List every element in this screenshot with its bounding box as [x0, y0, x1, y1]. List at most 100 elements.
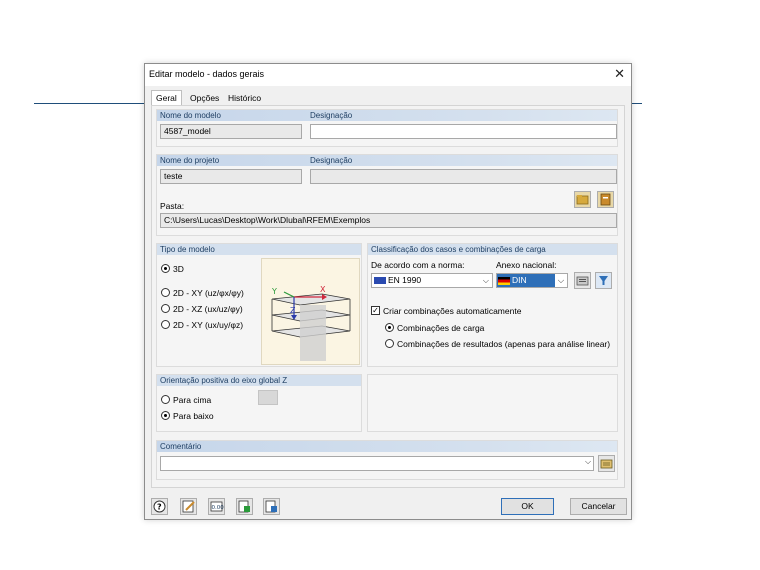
comment-header-label: Comentário [160, 442, 202, 451]
radio-para-baixo[interactable] [161, 411, 170, 420]
de-flag-icon [498, 276, 510, 285]
filter-icon [599, 276, 608, 285]
axis-orientation-icon [258, 390, 278, 405]
tab-opcoes[interactable]: Opções [186, 91, 223, 105]
annex-label: Anexo nacional: [496, 260, 557, 270]
project-name-header: Nome do projeto [157, 155, 617, 166]
radio-2d-xy-ux-label: 2D - XY (ux/uy/φz) [173, 320, 244, 330]
tab-label: Opções [190, 93, 220, 103]
project-designation-header: Designação [310, 156, 353, 165]
background-line-right [632, 103, 642, 104]
para-cima-label: Para cima [173, 395, 212, 405]
radio-2d-xy-uz-label: 2D - XY (uz/φx/φy) [173, 288, 244, 298]
svg-text:Y: Y [271, 287, 277, 296]
eu-flag-icon [374, 277, 386, 285]
export-button[interactable] [236, 498, 253, 515]
tab-label: Geral [156, 93, 177, 103]
cancel-button[interactable]: Cancelar [570, 498, 627, 515]
project-manager-icon [600, 193, 611, 206]
annex-arrow-box: ⌵ [555, 274, 567, 287]
project-name-header-label: Nome do projeto [160, 156, 220, 165]
project-designation-field[interactable] [310, 169, 617, 184]
model-type-header-label: Tipo de modelo [160, 245, 215, 254]
help-icon: ? [153, 500, 166, 513]
structure-axes-icon: X Y Z [271, 285, 351, 361]
comment-field[interactable] [160, 456, 594, 471]
radio-2d-xz[interactable] [161, 304, 170, 313]
auto-combinations-checkbox[interactable]: ✓ [371, 306, 380, 315]
radio-2d-xz-label: 2D - XZ (ux/uz/φy) [173, 304, 243, 314]
folder-label: Pasta: [160, 201, 185, 211]
model-name-header: Nome do modelo [157, 110, 617, 121]
cancel-label: Cancelar [581, 501, 616, 511]
dialog-title: Editar modelo - dados gerais [149, 69, 265, 79]
model-type-group: Tipo de modelo 3D 2D - XY (uz/φx/φy) 2D … [156, 243, 362, 367]
standard-value: EN 1990 [388, 275, 422, 285]
model-type-header: Tipo de modelo [157, 244, 361, 255]
project-name-field[interactable]: teste [160, 169, 302, 184]
radio-3d-label: 3D [173, 264, 184, 274]
standard-select[interactable]: EN 1990 ⌵ [371, 273, 493, 288]
comment-manager-button[interactable] [598, 455, 615, 472]
title-bar: Editar modelo - dados gerais ✕ [145, 64, 631, 86]
edit-note-icon [182, 500, 195, 513]
classification-header-label: Classificação dos casos e combinações de… [371, 245, 546, 254]
model-name-header-label: Nome do modelo [160, 111, 221, 120]
orientation-header: Orientação positiva do eixo global Z [157, 375, 361, 386]
import-icon [265, 500, 277, 513]
project-group: Nome do projeto Designação teste Pasta: … [156, 154, 618, 236]
result-combinations-label: Combinações de resultados (apenas para a… [397, 339, 611, 349]
model-name-group: Nome do modelo Designação 4587_model [156, 109, 618, 147]
svg-text:Z: Z [290, 306, 296, 315]
radio-2d-xy-uz[interactable] [161, 288, 170, 297]
para-baixo-label: Para baixo [173, 411, 214, 421]
auto-combinations-label: Criar combinações automaticamente [383, 306, 522, 316]
units-icon: 0.00 [210, 501, 225, 512]
folder-icon [576, 195, 589, 205]
standard-label: De acordo com a norma: [371, 260, 465, 270]
radio-load-combinations[interactable] [385, 323, 394, 332]
comment-group: Comentário ⌵ [156, 440, 618, 480]
orientation-header-label: Orientação positiva do eixo global Z [160, 376, 288, 385]
load-combinations-label: Combinações de carga [397, 323, 485, 333]
tab-page-geral: Nome do modelo Designação 4587_model Nom… [151, 105, 625, 488]
empty-group [367, 374, 618, 432]
svg-text:0.00: 0.00 [212, 505, 225, 511]
radio-3d[interactable] [161, 264, 170, 273]
edit-icon [576, 276, 589, 286]
edit-annex-button[interactable] [574, 272, 591, 289]
folder-path-field[interactable]: C:\Users\Lucas\Desktop\Work\Dlubal\RFEM\… [160, 213, 617, 228]
background-line-left [34, 103, 144, 104]
comment-chevron-down-icon[interactable]: ⌵ [585, 457, 591, 467]
annex-value: DIN [512, 275, 527, 285]
radio-para-cima[interactable] [161, 395, 170, 404]
comment-header: Comentário [157, 441, 617, 452]
units-button[interactable]: 0.00 [208, 498, 225, 515]
export-icon [238, 500, 250, 513]
select-project-button[interactable] [574, 191, 591, 208]
ok-button[interactable]: OK [501, 498, 554, 515]
orientation-group: Orientação positiva do eixo global Z Par… [156, 374, 362, 432]
model-designation-field[interactable] [310, 124, 617, 139]
radio-result-combinations[interactable] [385, 339, 394, 348]
tab-historico[interactable]: Histórico [224, 91, 265, 105]
help-button[interactable]: ? [151, 498, 168, 515]
tab-geral[interactable]: Geral [151, 90, 182, 106]
classification-group: Classificação dos casos e combinações de… [367, 243, 618, 367]
annex-select[interactable]: DIN ⌵ [496, 273, 568, 288]
project-manager-button[interactable] [597, 191, 614, 208]
radio-2d-xy-ux[interactable] [161, 320, 170, 329]
tab-label: Histórico [228, 93, 262, 103]
model-name-field[interactable]: 4587_model [160, 124, 302, 139]
svg-text:?: ? [157, 503, 162, 512]
chevron-down-icon: ⌵ [482, 276, 489, 285]
model-type-preview: X Y Z [261, 258, 360, 365]
edit-model-dialog: Editar modelo - dados gerais ✕ Geral Opç… [144, 63, 632, 520]
comment-icon [600, 459, 613, 469]
ok-label: OK [521, 501, 534, 511]
close-icon[interactable]: ✕ [614, 66, 625, 82]
import-button[interactable] [263, 498, 280, 515]
model-designation-header: Designação [310, 111, 353, 120]
edit-note-button[interactable] [180, 498, 197, 515]
filter-button[interactable] [595, 272, 612, 289]
